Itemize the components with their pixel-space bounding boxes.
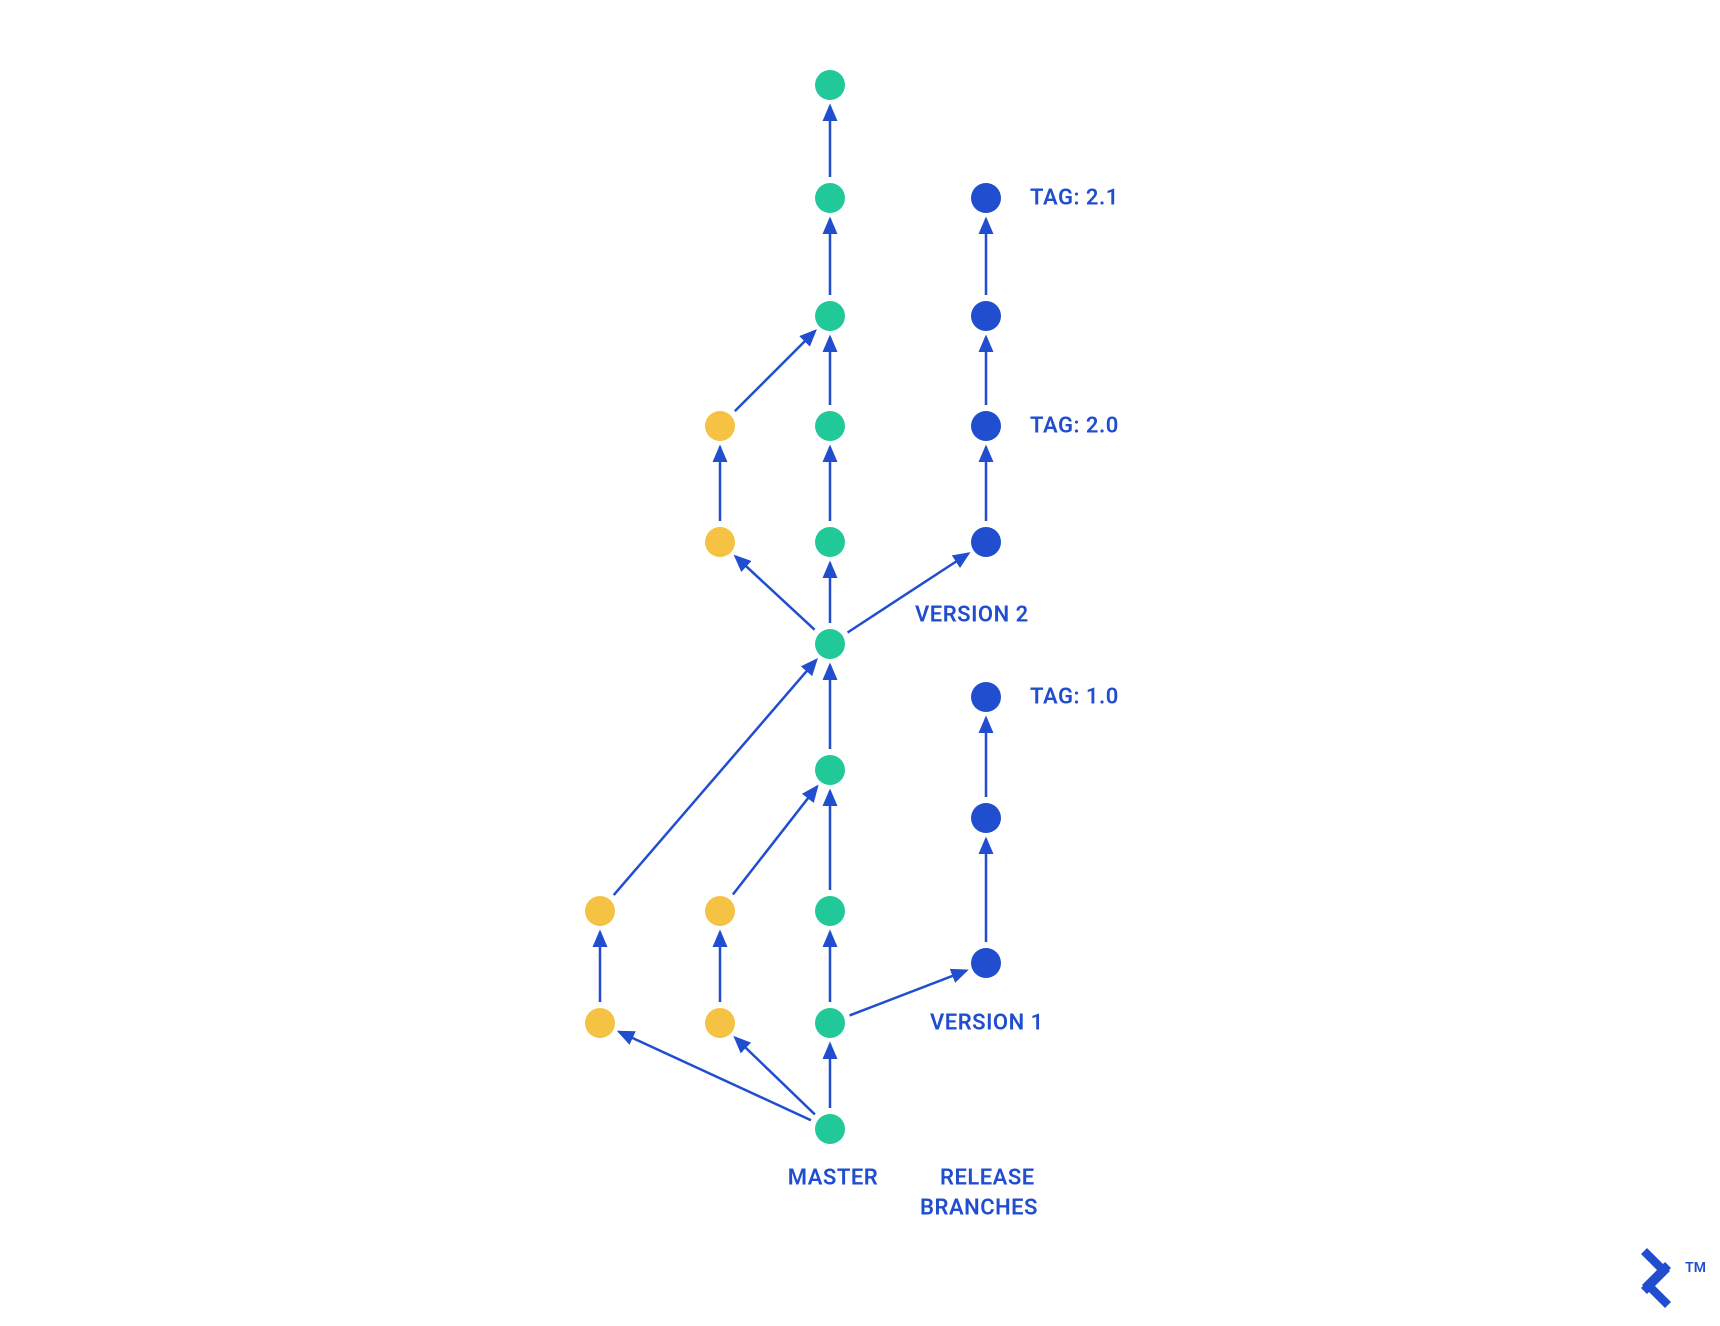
edge-f1a2-m4 [614,660,817,895]
commit-m3 [815,755,845,785]
commit-m6 [815,411,845,441]
commit-r2a [971,527,1001,557]
commit-f1a1 [585,1008,615,1038]
commit-f2b [705,411,735,441]
edge-m1-r1a [850,971,967,1016]
commit-r2d [971,183,1001,213]
git-branch-diagram [0,0,1720,1326]
commit-m0 [815,1114,845,1144]
label-release-line2: BRANCHES [920,1196,1038,1221]
commit-m2 [815,896,845,926]
label-version-1: VERSION 1 [930,1011,1044,1036]
edge-f2b-m7 [735,331,815,411]
label-version-2: VERSION 2 [915,603,1029,628]
toptal-logo-icon [1626,1248,1686,1308]
commit-m7 [815,301,845,331]
edge-m0-f1a1 [619,1032,811,1120]
commit-m9 [815,70,845,100]
label-release: RELEASE [940,1166,1035,1191]
commit-f2a [705,527,735,557]
commit-r1b [971,803,1001,833]
label-tag-2-1: TAG: 2.1 [1030,186,1119,211]
commit-f1b2 [705,896,735,926]
commit-m1 [815,1008,845,1038]
commit-r2b [971,411,1001,441]
label-tag-1-0: TAG: 1.0 [1030,685,1119,710]
label-tag-2-0: TAG: 2.0 [1030,414,1119,439]
commit-r2c [971,301,1001,331]
commit-r1c [971,682,1001,712]
edge-f1b2-m3 [733,787,817,895]
commit-m4 [815,629,845,659]
edge-m4-f2a [735,556,814,629]
commit-f1a2 [585,896,615,926]
label-master: MASTER [788,1166,878,1191]
trademark-text: TM [1685,1260,1706,1276]
commit-m8 [815,183,845,213]
commit-m5 [815,527,845,557]
commit-r1a [971,948,1001,978]
commit-f1b1 [705,1008,735,1038]
